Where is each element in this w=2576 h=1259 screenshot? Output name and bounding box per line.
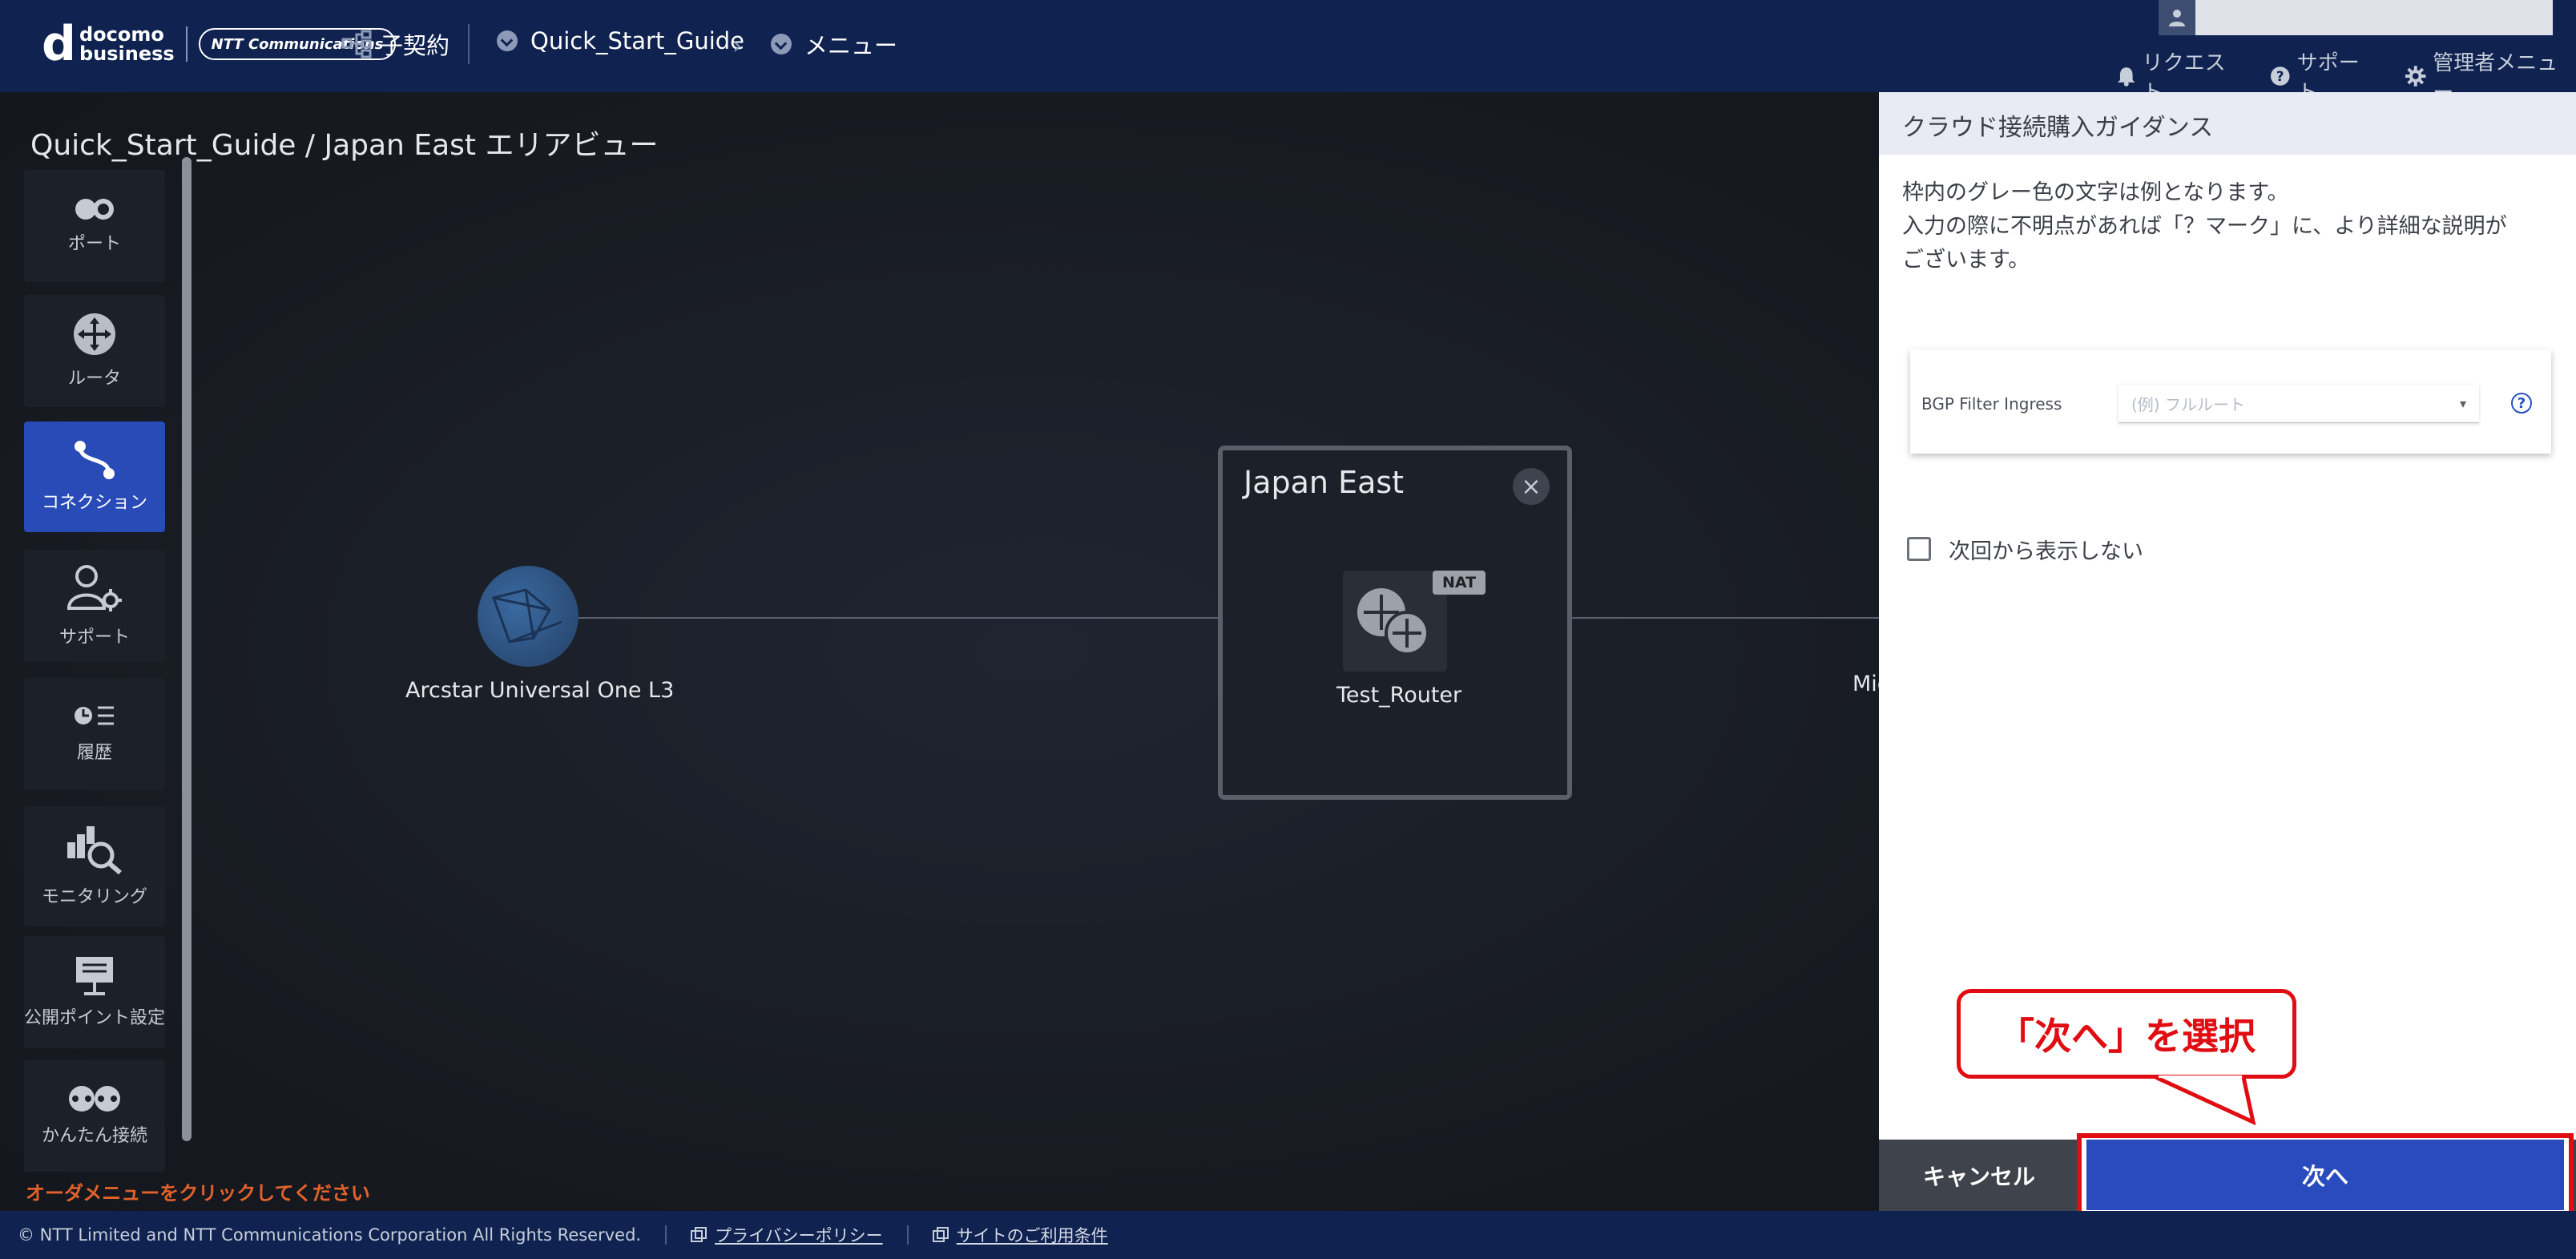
bgp-filter-placeholder: (例) フルルート	[2131, 395, 2245, 414]
sidebar-item-connection[interactable]: コネクション	[24, 422, 165, 532]
arcstar-globe-node[interactable]	[478, 566, 578, 667]
sidebar-item-label: サポート	[58, 627, 130, 648]
gear-icon	[2405, 66, 2426, 87]
network-canvas[interactable]	[0, 92, 1879, 1211]
callout-tail	[2155, 1075, 2256, 1125]
sidebar-item-support[interactable]: サポート	[24, 550, 165, 662]
caret-down-icon: ▾	[2459, 396, 2466, 411]
bgp-filter-label: BGP Filter Ingress	[1921, 394, 2062, 414]
order-hint-text: オーダメニューをクリックしてください	[26, 1182, 370, 1205]
easy-connect-icon	[69, 1086, 120, 1112]
logo-separator	[185, 26, 187, 62]
bgp-filter-select[interactable]: (例) フルルート ▾	[2118, 385, 2479, 423]
bell-icon	[2117, 67, 2135, 87]
router-icon	[74, 313, 115, 355]
area-title: Japan East	[1244, 465, 1405, 500]
page-title: Quick_Start_Guide / Japan East エリアビュー	[30, 129, 659, 162]
breadcrumb-divider	[468, 24, 470, 64]
sidebar-item-label: ポート	[67, 234, 121, 254]
sidebar-item-port[interactable]: ポート	[24, 170, 165, 282]
history-icon	[75, 706, 114, 725]
sidebar-item-router[interactable]: ルータ	[24, 295, 165, 407]
dont-show-again-label[interactable]: 次回から表示しない	[1949, 534, 2143, 565]
cancel-button[interactable]: キャンセル	[1879, 1140, 2079, 1211]
sidebar-item-label: ルータ	[67, 369, 121, 389]
footer-divider	[906, 1225, 909, 1245]
breadcrumb-menu-label: メニュー	[804, 32, 898, 59]
public-point-icon	[76, 957, 113, 995]
chevron-right-icon: ›	[732, 32, 742, 60]
dont-show-again-checkbox[interactable]	[1907, 537, 1931, 561]
sidebar-item-label: モニタリング	[41, 887, 147, 907]
breadcrumb-guide[interactable]: Quick_Start_Guide	[497, 27, 744, 54]
port-icon	[75, 199, 114, 220]
user-name-field[interactable]	[2159, 0, 2553, 35]
guidance-desc-line: 枠内のグレー色の文字は例となります。	[1902, 180, 2289, 205]
terms-link[interactable]: サイトのご利用条件	[932, 1223, 1108, 1247]
breadcrumb-menu[interactable]: メニュー	[771, 27, 897, 61]
chevron-circle-icon	[771, 34, 792, 54]
logo-words: docomo business	[79, 25, 175, 63]
logo-d: d	[42, 16, 76, 72]
privacy-policy-link[interactable]: プライバシーポリシー	[691, 1223, 883, 1247]
hierarchy-icon	[341, 28, 373, 60]
sidebar-item-history[interactable]: 履歴	[24, 678, 165, 790]
question-circle-icon: ?	[2271, 67, 2290, 86]
guidance-desc-line: ございます。	[1902, 248, 2030, 272]
footer-divider	[665, 1225, 667, 1245]
copyright-text: © NTT Limited and NTT Communications Cor…	[18, 1225, 642, 1245]
page-footer: © NTT Limited and NTT Communications Cor…	[0, 1211, 2576, 1259]
nat-badge: NAT	[1433, 571, 1486, 595]
globe-icon	[492, 588, 562, 644]
sidebar-scrollbar[interactable]	[182, 157, 191, 1141]
sidebar-item-label: 公開ポイント設定	[24, 1008, 166, 1028]
sidebar-item-label: 履歴	[76, 743, 112, 763]
router-node[interactable]	[1343, 571, 1447, 672]
sidebar-item-public-point[interactable]: 公開ポイント設定	[24, 936, 165, 1048]
router-label: Test_Router	[1336, 683, 1462, 708]
router-pair-icon	[1357, 588, 1429, 656]
support-user-icon	[67, 565, 122, 611]
arcstar-label: Arcstar Universal One L3	[405, 678, 675, 703]
breadcrumb-subcontract[interactable]: 子契約	[341, 27, 449, 61]
chevron-circle-icon	[497, 30, 518, 51]
logo-business: business	[79, 42, 175, 65]
guidance-desc-line: 入力の際に不明点があれば「？マーク」に、より詳細な説明が	[1902, 214, 2507, 239]
next-button[interactable]: 次へ	[2086, 1140, 2564, 1210]
breadcrumb-guide-label: Quick_Start_Guide	[530, 27, 745, 54]
svg-text:?: ?	[2276, 69, 2284, 84]
instruction-callout: 「次へ」を選択	[1957, 989, 2296, 1079]
external-link-icon	[932, 1227, 949, 1242]
external-link-icon	[691, 1227, 707, 1242]
close-icon[interactable]: ×	[1513, 468, 1550, 505]
logo-docomo: docomo	[79, 23, 164, 46]
sidebar-item-easy-connect[interactable]: かんたん接続	[24, 1059, 165, 1172]
sidebar-item-label: コネクション	[41, 493, 147, 513]
user-icon	[2159, 0, 2195, 35]
sidebar-item-label: かんたん接続	[41, 1126, 147, 1146]
sidebar-item-monitoring[interactable]: モニタリング	[24, 806, 165, 926]
monitoring-icon	[67, 826, 122, 874]
guidance-panel-title: クラウド接続購入ガイダンス	[1902, 114, 2214, 142]
terms-label: サイトのご利用条件	[956, 1226, 1108, 1245]
guidance-description: 枠内のグレー色の文字は例となります。 入力の際に不明点があれば「？マーク」に、よ…	[1902, 176, 2543, 277]
help-icon[interactable]: ?	[2511, 393, 2532, 414]
connection-icon	[75, 441, 115, 479]
privacy-policy-label: プライバシーポリシー	[715, 1226, 883, 1245]
breadcrumb-subcontract-label: 子契約	[380, 32, 450, 59]
